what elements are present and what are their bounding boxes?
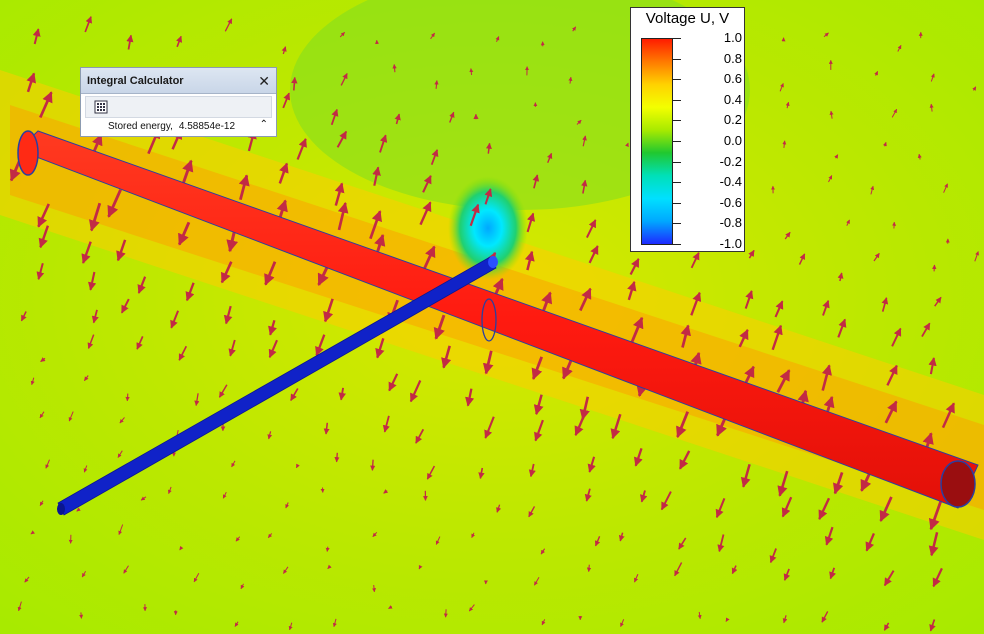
field-arrow bbox=[79, 612, 84, 619]
field-arrow bbox=[291, 76, 298, 91]
legend-tick-mark bbox=[673, 141, 681, 142]
integral-calculator-titlebar[interactable]: Integral Calculator ✕ bbox=[81, 68, 276, 94]
legend-tick-label: 0.8 bbox=[723, 50, 742, 66]
legend-tick-label: 1.0 bbox=[723, 30, 742, 45]
chevron-up-icon[interactable]: ⌃ bbox=[260, 119, 268, 130]
field-arrow bbox=[443, 609, 448, 618]
legend-ticks: 1.0 0.8 0.6 0.4 0.2 0.0 -0.2 -0.4 -0.6 -0.8 -1.0 bbox=[631, 8, 746, 253]
integral-calculator-toolbar bbox=[85, 96, 272, 118]
field-arrow bbox=[370, 459, 376, 471]
field-arrow bbox=[334, 452, 340, 463]
legend-tick-label: -1.0 bbox=[719, 236, 742, 251]
voltage-legend: Voltage U, V 1.0 0.8 0.6 0.4 0.2 0.0 -0.2 -0.4-… bbox=[630, 7, 745, 252]
legend-tick-mark bbox=[673, 182, 681, 184]
legend-tick-mark bbox=[673, 58, 681, 60]
legend-tick-label: -0.8 bbox=[719, 215, 742, 231]
field-arrow bbox=[469, 68, 474, 76]
field-arrow bbox=[586, 564, 592, 573]
field-arrow bbox=[125, 393, 130, 402]
legend-tick-mark bbox=[673, 99, 681, 101]
integral-calculator-panel: Integral Calculator ✕ Stored energy, 4.5… bbox=[80, 67, 277, 137]
legend-tick-mark bbox=[673, 161, 681, 163]
legend-tick-mark bbox=[673, 38, 681, 39]
stored-energy-value: 4.58854e-12 bbox=[178, 120, 236, 132]
stored-energy-row[interactable]: Stored energy, 4.58854e-12 ⌃ bbox=[81, 118, 276, 134]
legend-tick-mark bbox=[673, 120, 681, 122]
legend-tick-label: -0.4 bbox=[719, 174, 742, 190]
legend-tick-label: 0.6 bbox=[723, 71, 742, 87]
legend-tick-label: -0.6 bbox=[719, 194, 742, 210]
field-arrow bbox=[392, 64, 397, 73]
field-arrow bbox=[372, 585, 377, 593]
integral-calculator-title: Integral Calculator bbox=[87, 74, 184, 87]
calculator-grid-icon[interactable] bbox=[94, 100, 108, 114]
field-arrow bbox=[325, 546, 330, 552]
legend-tick-mark bbox=[673, 244, 681, 245]
legend-tick-mark bbox=[673, 223, 681, 225]
legend-tick-label: 0.2 bbox=[723, 112, 742, 128]
legend-tick-label: 0.4 bbox=[723, 91, 742, 107]
legend-tick-label: 0.0 bbox=[723, 133, 742, 148]
stored-energy-label: Stored energy, bbox=[108, 120, 173, 132]
legend-tick-mark bbox=[673, 202, 681, 204]
legend-tick-label: -0.2 bbox=[719, 153, 742, 169]
legend-tick-mark bbox=[673, 79, 681, 81]
close-icon[interactable]: ✕ bbox=[258, 74, 270, 88]
